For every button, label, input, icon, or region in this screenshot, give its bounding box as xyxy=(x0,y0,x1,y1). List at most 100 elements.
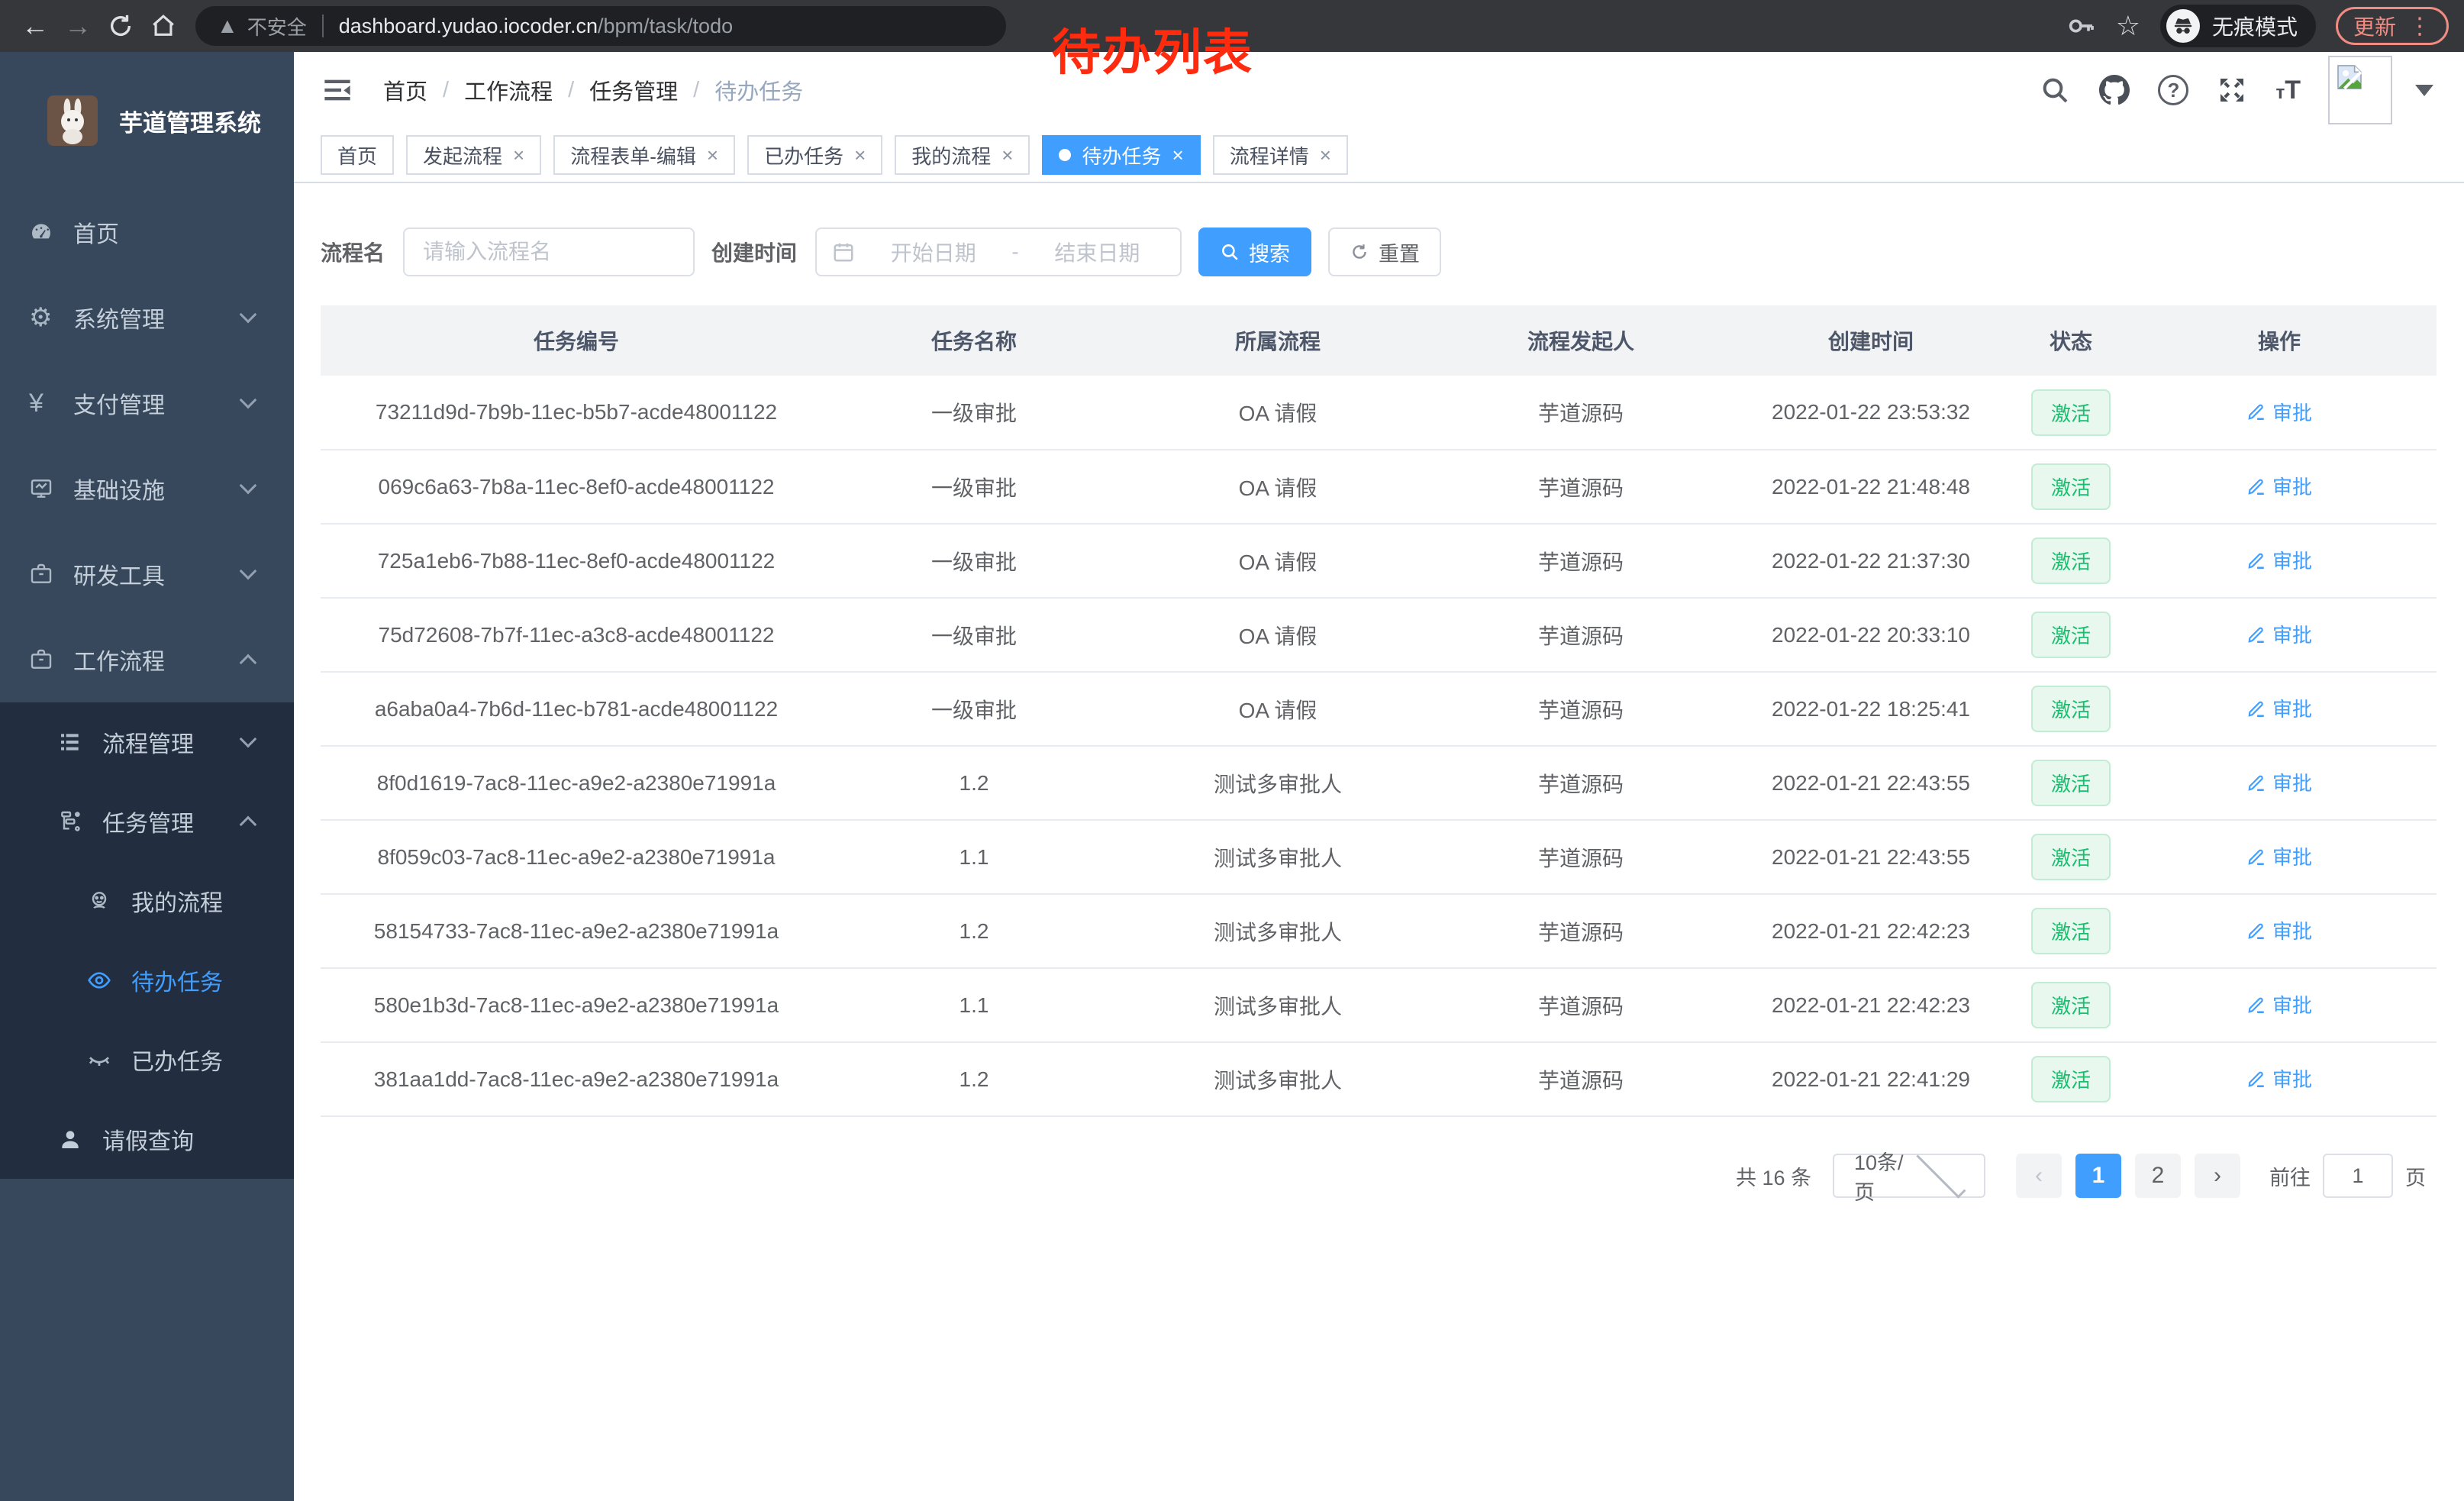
table-header-row: 任务编号 任务名称 所属流程 流程发起人 创建时间 状态 操作 xyxy=(321,305,2437,376)
tab-done-tasks[interactable]: 已办任务 × xyxy=(747,135,882,175)
breadcrumb-separator: / xyxy=(568,78,574,103)
process-name-input[interactable] xyxy=(403,228,695,276)
tab-process-form-edit[interactable]: 流程表单-编辑 × xyxy=(553,135,735,175)
total-count: 共 16 条 xyxy=(1736,1161,1811,1191)
pencil-icon xyxy=(2246,1069,2266,1089)
close-icon[interactable]: × xyxy=(513,145,524,165)
reload-icon[interactable] xyxy=(99,5,142,47)
status-badge: 激活 xyxy=(2031,908,2111,954)
chevron-down-icon xyxy=(240,306,257,324)
address-bar[interactable]: ▲ 不安全 dashboard.yudao.iocoder.cn /bpm/ta… xyxy=(195,6,1006,46)
cell-starter: 芋道源码 xyxy=(1440,894,1722,968)
tab-process-detail[interactable]: 流程详情 × xyxy=(1213,135,1348,175)
cell-process: 测试多审批人 xyxy=(1116,746,1440,820)
table-row: 58154733-7ac8-11ec-a9e2-a2380e71991a 1.2… xyxy=(321,894,2437,968)
approve-link[interactable]: 审批 xyxy=(2246,398,2312,426)
status-badge: 激活 xyxy=(2031,537,2111,584)
sidebar-item-payment[interactable]: ¥ 支付管理 xyxy=(0,360,294,446)
cell-process: OA 请假 xyxy=(1116,524,1440,598)
reset-button[interactable]: 重置 xyxy=(1328,228,1441,276)
close-icon[interactable]: × xyxy=(1001,145,1013,165)
font-size-icon[interactable]: тT xyxy=(2275,76,2301,105)
approve-link[interactable]: 审批 xyxy=(2246,694,2312,722)
pencil-icon xyxy=(2246,773,2266,792)
sidebar-item-task-management[interactable]: 任务管理 xyxy=(0,782,294,861)
date-range-picker[interactable]: 开始日期 - 结束日期 xyxy=(815,228,1182,276)
forward-icon[interactable]: → xyxy=(56,5,99,47)
tab-home[interactable]: 首页 xyxy=(321,135,394,175)
goto-page-input[interactable] xyxy=(2323,1154,2393,1198)
search-form: 流程名 创建时间 开始日期 - 结束日期 搜索 重置 xyxy=(321,228,2437,276)
approve-link[interactable]: 审批 xyxy=(2246,546,2312,574)
close-icon[interactable]: × xyxy=(1172,145,1184,165)
back-icon[interactable]: ← xyxy=(14,5,56,47)
avatar-caret-icon[interactable] xyxy=(2415,85,2433,96)
approve-link[interactable]: 审批 xyxy=(2246,1064,2312,1093)
update-button[interactable]: 更新 ⋮ xyxy=(2336,7,2449,45)
approve-link[interactable]: 审批 xyxy=(2246,842,2312,870)
chevron-down-icon xyxy=(240,392,257,409)
pencil-icon xyxy=(2246,699,2266,718)
approve-link[interactable]: 审批 xyxy=(2246,916,2312,944)
sidebar-item-leave-query[interactable]: 请假查询 xyxy=(0,1099,294,1179)
approve-link[interactable]: 审批 xyxy=(2246,472,2312,500)
approve-link[interactable]: 审批 xyxy=(2246,620,2312,648)
page-button-1[interactable]: 1 xyxy=(2075,1154,2121,1198)
search-button[interactable]: 搜索 xyxy=(1198,228,1311,276)
logo-row[interactable]: 芋道管理系统 xyxy=(0,52,294,189)
breadcrumb-workflow[interactable]: 工作流程 xyxy=(464,74,553,106)
chevron-up-icon xyxy=(240,654,257,672)
help-icon[interactable]: ? xyxy=(2158,75,2188,105)
close-icon[interactable]: × xyxy=(707,145,718,165)
cell-process: OA 请假 xyxy=(1116,450,1440,524)
tab-start-process[interactable]: 发起流程 × xyxy=(406,135,541,175)
breadcrumb-task-management[interactable]: 任务管理 xyxy=(589,74,678,106)
sidebar-item-label: 流程管理 xyxy=(102,725,242,759)
sidebar-item-done-tasks[interactable]: 已办任务 xyxy=(0,1020,294,1099)
sidebar-item-dev-tools[interactable]: 研发工具 xyxy=(0,531,294,617)
prev-page-button[interactable]: ‹ xyxy=(2016,1154,2062,1198)
approve-link[interactable]: 审批 xyxy=(2246,768,2312,796)
cell-task-name: 1.1 xyxy=(832,968,1116,1042)
home-icon[interactable] xyxy=(142,5,185,47)
sidebar-item-workflow[interactable]: 工作流程 xyxy=(0,617,294,702)
flow-tree-icon xyxy=(58,809,102,834)
tags-view: 首页 发起流程 × 流程表单-编辑 × 已办任务 × 我的流程 × 待办任务 × xyxy=(294,128,2464,183)
bookmark-star-icon[interactable]: ☆ xyxy=(2116,10,2140,42)
key-icon[interactable] xyxy=(2066,11,2096,41)
page-button-2[interactable]: 2 xyxy=(2135,1154,2181,1198)
breadcrumb-home[interactable]: 首页 xyxy=(383,74,427,106)
page-size-select[interactable]: 10条/页 xyxy=(1833,1154,1985,1198)
sidebar-item-system[interactable]: ⚙ 系统管理 xyxy=(0,275,294,360)
browser-menu-icon[interactable]: ⋮ xyxy=(2408,13,2431,40)
sidebar-item-home[interactable]: 首页 xyxy=(0,189,294,275)
avatar[interactable] xyxy=(2328,56,2392,124)
sidebar-item-label: 我的流程 xyxy=(131,884,294,918)
approve-link[interactable]: 审批 xyxy=(2246,990,2312,1018)
cell-create-time: 2022-01-21 22:41:29 xyxy=(1722,1042,2020,1116)
sidebar-item-todo-tasks[interactable]: 待办任务 xyxy=(0,941,294,1020)
cell-create-time: 2022-01-21 22:43:55 xyxy=(1722,820,2020,894)
url-divider xyxy=(322,15,324,37)
tab-my-process[interactable]: 我的流程 × xyxy=(895,135,1030,175)
next-page-button[interactable]: › xyxy=(2195,1154,2240,1198)
update-label: 更新 xyxy=(2353,11,2396,41)
monitor-icon xyxy=(29,476,73,501)
sidebar-item-label: 首页 xyxy=(73,215,294,249)
pencil-icon xyxy=(2246,550,2266,570)
sidebar-item-process-management[interactable]: 流程管理 xyxy=(0,702,294,782)
search-icon[interactable] xyxy=(2039,74,2071,106)
close-icon[interactable]: × xyxy=(854,145,866,165)
sidebar-item-my-process[interactable]: 我的流程 xyxy=(0,861,294,941)
cell-starter: 芋道源码 xyxy=(1440,672,1722,746)
sidebar-item-infrastructure[interactable]: 基础设施 xyxy=(0,446,294,531)
approve-label: 审批 xyxy=(2272,916,2312,944)
fullscreen-icon[interactable] xyxy=(2216,74,2248,106)
cell-starter: 芋道源码 xyxy=(1440,746,1722,820)
github-icon[interactable] xyxy=(2098,74,2130,106)
sidebar-collapse-icon[interactable] xyxy=(321,75,354,105)
tab-todo-tasks[interactable]: 待办任务 × xyxy=(1042,135,1200,175)
status-badge: 激活 xyxy=(2031,760,2111,806)
cell-starter: 芋道源码 xyxy=(1440,1042,1722,1116)
close-icon[interactable]: × xyxy=(1320,145,1331,165)
